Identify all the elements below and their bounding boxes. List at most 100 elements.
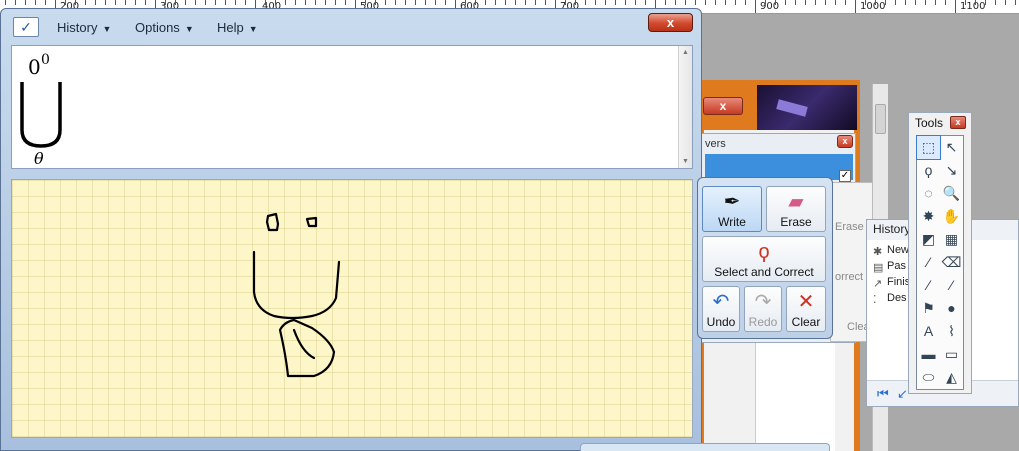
ruler-tick xyxy=(845,0,846,5)
color-picker-icon[interactable]: ⁄ xyxy=(940,274,963,297)
pen-icon: ✒ xyxy=(723,191,741,213)
ruler-tick xyxy=(645,0,646,5)
expr-superscript: 0 xyxy=(41,52,50,68)
ruler-tick xyxy=(985,0,986,5)
ruler-tick xyxy=(445,0,446,5)
history-item[interactable]: ⁚ Des xyxy=(873,292,907,306)
move-selection-icon[interactable]: ↖ xyxy=(940,136,963,159)
ruler-tick xyxy=(35,0,36,5)
paste-icon: ▤ xyxy=(873,262,884,274)
paintbrush-icon[interactable]: ⁄ xyxy=(917,251,940,274)
ruler-tick xyxy=(995,0,996,5)
background-close-button[interactable]: x xyxy=(703,97,743,115)
ruler-tick xyxy=(45,0,46,5)
menu-help[interactable]: Help ▼ xyxy=(211,19,264,39)
write-button[interactable]: ✒ Write xyxy=(702,186,762,232)
undo-icon: ↶ xyxy=(712,291,730,313)
recolor-icon[interactable]: ● xyxy=(940,297,963,320)
ruler-tick xyxy=(385,0,386,5)
ruler-tick xyxy=(605,0,606,5)
magic-wand-icon[interactable]: ✸ xyxy=(917,205,940,228)
ruler-tick xyxy=(135,0,136,5)
ruler-tick xyxy=(285,0,286,5)
select-and-correct-button[interactable]: ϙ Select and Correct xyxy=(702,236,826,282)
ruler-tick xyxy=(585,0,586,5)
tools-close-button[interactable]: x xyxy=(950,116,966,129)
ruler-tick xyxy=(755,0,756,13)
eraser-icon[interactable]: ⌫ xyxy=(940,251,963,274)
gradient-icon[interactable]: ▦ xyxy=(940,228,963,251)
ruler-tick xyxy=(175,0,176,5)
text-icon[interactable]: A xyxy=(917,320,940,343)
ruler-tick xyxy=(695,0,696,5)
ruler-tick xyxy=(115,0,116,5)
tools-grid: ⬚ ↖ ϙ ↘ ◌ 🔍 ✸ ✋ ◩ ▦ ⁄ ⌫ ∕ ⁄ ⚑ ● A ⌇ ▬ ▭ ⬭ ◭ xyxy=(916,135,964,390)
history-item[interactable]: ✱ New xyxy=(873,244,909,258)
ruler-tick xyxy=(485,0,486,5)
erase-button[interactable]: ▰ Erase xyxy=(766,186,826,232)
clone-stamp-icon[interactable]: ⚑ xyxy=(917,297,940,320)
close-button[interactable]: x xyxy=(648,13,693,32)
layers-close-button[interactable]: x xyxy=(837,135,853,148)
ruler-tick xyxy=(915,0,916,5)
ruler-tick xyxy=(805,0,806,5)
background-white-strip xyxy=(755,335,835,451)
background-photo xyxy=(757,85,857,130)
ruler-tick xyxy=(65,0,66,5)
pan-icon[interactable]: ✋ xyxy=(940,205,963,228)
preview-scrollbar[interactable]: ▲ ▼ xyxy=(678,46,692,168)
rect-select-icon[interactable]: ⬚ xyxy=(916,135,941,160)
finish-icon: ↗ xyxy=(873,278,883,290)
ruler-tick xyxy=(925,0,926,5)
lasso-icon[interactable]: ϙ xyxy=(917,159,940,182)
layers-panel-title: vers xyxy=(705,138,726,150)
scrollbar-thumb[interactable] xyxy=(875,104,886,134)
layer-visibility-checkbox[interactable]: ✓ xyxy=(839,170,851,182)
ruler-tick xyxy=(105,0,106,5)
ruler-tick xyxy=(935,0,936,5)
chevron-down-icon: ▼ xyxy=(248,24,258,34)
scroll-down-icon[interactable]: ▼ xyxy=(682,158,689,165)
ruler-tick xyxy=(745,0,746,5)
redo-button[interactable]: ↷ Redo xyxy=(744,286,782,332)
ruler-tick xyxy=(625,0,626,5)
title-bar: ✓ History ▼ Options ▼ Help ▼ x xyxy=(1,9,701,41)
lasso-icon: ϙ xyxy=(758,241,770,263)
ellipse-icon[interactable]: ⬭ xyxy=(917,366,940,389)
ruler-tick xyxy=(335,0,336,5)
menu-history[interactable]: History ▼ xyxy=(51,19,117,39)
recognized-expression: 0 0 θ xyxy=(20,52,62,168)
scroll-up-icon[interactable]: ▲ xyxy=(682,49,689,56)
ruler-tick xyxy=(415,0,416,5)
ruler-tick xyxy=(835,0,836,5)
ruler-tick xyxy=(895,0,896,5)
history-item[interactable]: ↗ Finis xyxy=(873,276,910,290)
ink-stroke xyxy=(252,250,341,320)
paint-bucket-icon[interactable]: ◩ xyxy=(917,228,940,251)
line-curve-icon[interactable]: ⌇ xyxy=(940,320,963,343)
ruler-tick xyxy=(665,0,666,5)
move-pixels-icon[interactable]: ↘ xyxy=(940,159,963,182)
ruler-tick xyxy=(955,0,956,13)
menu-options[interactable]: Options ▼ xyxy=(129,19,200,39)
rounded-rectangle-icon[interactable]: ▭ xyxy=(940,343,963,366)
freeform-shape-icon[interactable]: ◭ xyxy=(940,366,963,389)
rectangle-icon[interactable]: ▬ xyxy=(917,343,940,366)
ruler-tick xyxy=(795,0,796,5)
ellipse-select-icon[interactable]: ◌ xyxy=(917,182,940,205)
history-first-icon[interactable]: ⏮ xyxy=(877,386,889,402)
history-undo-icon[interactable]: ↙ xyxy=(897,386,908,402)
zoom-icon[interactable]: 🔍 xyxy=(940,182,963,205)
pencil-icon[interactable]: ∕ xyxy=(917,274,940,297)
ruler-tick xyxy=(375,0,376,5)
clear-button[interactable]: ✕ Clear xyxy=(786,286,826,332)
history-item[interactable]: ▤ Pas xyxy=(873,260,906,274)
union-symbol xyxy=(20,82,62,148)
ruler-tick xyxy=(235,0,236,5)
expr-subscript: θ xyxy=(34,149,44,168)
writing-area[interactable] xyxy=(11,179,693,438)
ruler-tick xyxy=(435,0,436,5)
ruler-tick xyxy=(545,0,546,5)
undo-button[interactable]: ↶ Undo xyxy=(702,286,740,332)
ruler-tick xyxy=(575,0,576,5)
